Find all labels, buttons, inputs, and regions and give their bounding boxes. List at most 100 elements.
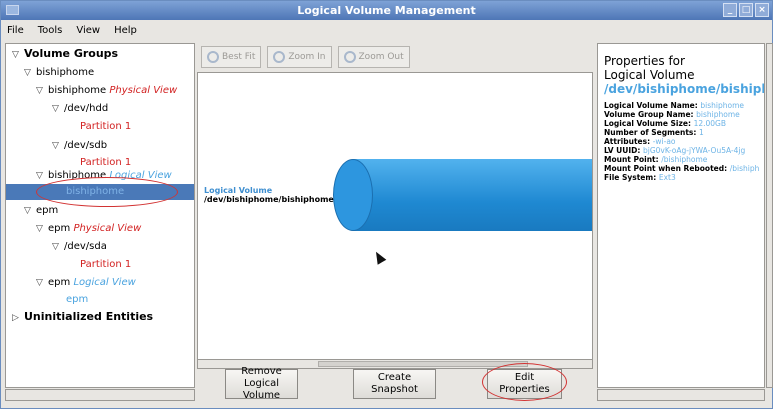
- property-row: LV UUID: bjG0vK-oAg-jYWA-Ou5A-4jg: [604, 146, 758, 155]
- tree-label: Uninitialized Entities: [24, 310, 154, 323]
- property-value: /bishiph: [729, 164, 760, 173]
- expander-open-icon[interactable]: ▽: [36, 221, 48, 237]
- menu-help[interactable]: Help: [114, 25, 137, 36]
- tree-item-partition-sda[interactable]: Partition 1: [80, 257, 131, 273]
- annotation-ellipse: [482, 363, 567, 401]
- expander-open-icon[interactable]: ▽: [36, 168, 48, 184]
- property-value: 12.00GB: [693, 119, 727, 128]
- physical-view-label: Physical View: [109, 85, 178, 96]
- magnifier-icon: [207, 51, 219, 63]
- lv-label-title: Logical Volume: [204, 186, 273, 195]
- properties-heading: Properties for: [604, 54, 685, 68]
- property-value: bjG0vK-oAg-jYWA-Ou5A-4jg: [642, 146, 746, 155]
- tree-item-dev-sda[interactable]: ▽/dev/sda: [52, 239, 107, 255]
- property-key: Attributes:: [604, 137, 653, 146]
- tree-item-dev-sdb[interactable]: ▽/dev/sdb: [52, 138, 107, 154]
- property-value: -wi-ao: [652, 137, 676, 146]
- tree-label: /dev/sdb: [64, 140, 108, 151]
- tree-item-vg-bishiphome[interactable]: ▽ bishiphome: [24, 65, 94, 81]
- minimize-icon[interactable]: _: [723, 3, 737, 17]
- expander-open-icon[interactable]: ▽: [52, 239, 64, 255]
- mouse-pointer-icon: [371, 249, 387, 265]
- property-row: Mount Point when Rebooted: /bishiph: [604, 164, 760, 173]
- properties-subheading: Logical Volume: [604, 68, 695, 82]
- tree-item-epm-logical-view[interactable]: ▽ epm Logical View: [36, 275, 136, 291]
- view-toolbar: Best Fit Zoom In Zoom Out: [197, 43, 593, 71]
- tree-item-dev-hdd[interactable]: ▽/dev/hdd: [52, 101, 108, 117]
- expander-open-icon[interactable]: ▽: [24, 203, 36, 219]
- logical-volume-cylinder[interactable]: [353, 159, 592, 231]
- property-key: Volume Group Name:: [604, 110, 697, 119]
- properties-vertical-scrollbar[interactable]: [766, 43, 773, 388]
- tree-item-uninitialized[interactable]: ▷ Uninitialized Entities: [12, 309, 153, 325]
- volume-canvas[interactable]: Logical Volume /dev/bishiphome/bishiphom…: [197, 72, 593, 360]
- expander-open-icon[interactable]: ▽: [52, 101, 64, 117]
- property-row: Logical Volume Size: 12.00GB: [604, 119, 758, 128]
- menu-tools[interactable]: Tools: [38, 25, 63, 36]
- annotation-ellipse: [36, 177, 178, 207]
- remove-logical-volume-button[interactable]: Remove Logical Volume: [225, 366, 298, 401]
- property-key: Logical Volume Size:: [604, 119, 694, 128]
- window-title: Logical Volume Management: [297, 4, 476, 17]
- property-value: /bishiphome: [661, 155, 708, 164]
- tree-label: Volume Groups: [24, 47, 119, 60]
- tree-item-lv-epm[interactable]: epm: [66, 292, 88, 308]
- best-fit-button[interactable]: Best Fit: [201, 46, 262, 68]
- scroll-thumb[interactable]: [318, 361, 528, 367]
- logical-volume-cylinder-end[interactable]: [333, 159, 373, 231]
- properties-horizontal-scrollbar[interactable]: [597, 389, 765, 401]
- zoom-out-icon: [343, 51, 356, 63]
- maximize-icon[interactable]: □: [739, 3, 753, 17]
- property-row: Attributes: -wi-ao: [604, 137, 758, 146]
- zoom-out-button[interactable]: Zoom Out: [337, 46, 410, 68]
- property-row: Number of Segments: 1: [604, 128, 758, 137]
- physical-view-label: Physical View: [73, 223, 142, 234]
- tree-horizontal-scrollbar[interactable]: [5, 389, 195, 401]
- zoom-out-label: Zoom Out: [358, 52, 404, 62]
- property-key: Number of Segments:: [604, 128, 699, 137]
- zoom-in-button[interactable]: Zoom In: [267, 46, 332, 68]
- property-row: Logical Volume Name: bishiphome: [604, 101, 758, 110]
- tree-label: bishiphome: [36, 67, 95, 78]
- property-row: Mount Point: /bishiphome: [604, 155, 758, 164]
- property-value: Ext3: [658, 173, 676, 182]
- property-key: Logical Volume Name:: [604, 101, 701, 110]
- logical-view-label: Logical View: [73, 277, 136, 288]
- properties-list: Logical Volume Name: bishiphome Volume Gr…: [604, 101, 760, 182]
- tree-label: /dev/hdd: [64, 103, 109, 114]
- expander-open-icon[interactable]: ▽: [36, 275, 48, 291]
- property-row: File System: Ext3: [604, 173, 758, 182]
- tree-label: epm: [36, 205, 59, 216]
- lvm-window: Logical Volume Management _ □ × File Too…: [0, 0, 773, 409]
- expander-open-icon[interactable]: ▽: [52, 138, 64, 154]
- tree-item-vg-epm[interactable]: ▽ epm: [24, 203, 58, 219]
- best-fit-label: Best Fit: [222, 52, 256, 62]
- menu-bar: File Tools View Help: [1, 20, 772, 40]
- property-row: Volume Group Name: bishiphome: [604, 110, 758, 119]
- title-bar: Logical Volume Management _ □ ×: [1, 1, 772, 20]
- expander-closed-icon[interactable]: ▷: [12, 310, 24, 326]
- close-icon[interactable]: ×: [755, 3, 769, 17]
- expander-open-icon[interactable]: ▽: [12, 47, 24, 63]
- menu-file[interactable]: File: [7, 25, 24, 36]
- tree-item-partition-hdd[interactable]: Partition 1: [80, 119, 131, 135]
- volume-tree[interactable]: ▽ Volume Groups ▽ bishiphome ▽ bishiphome P…: [5, 43, 195, 388]
- property-value: 1: [698, 128, 704, 137]
- window-controls: _ □ ×: [723, 3, 769, 17]
- zoom-in-label: Zoom In: [288, 52, 326, 62]
- tree-label: epm: [48, 223, 71, 234]
- property-key: Mount Point:: [604, 155, 662, 164]
- tree-item-epm-physical-view[interactable]: ▽ epm Physical View: [36, 221, 141, 237]
- properties-path: /dev/bishiphome/bishiph: [604, 82, 765, 96]
- expander-open-icon[interactable]: ▽: [36, 83, 48, 99]
- menu-view[interactable]: View: [76, 25, 100, 36]
- window-menu-icon[interactable]: [6, 5, 19, 15]
- property-key: LV UUID:: [604, 146, 643, 155]
- tree-item-bishiphome-physical-view[interactable]: ▽ bishiphome Physical View: [36, 83, 177, 99]
- property-value: bishiphome: [696, 110, 740, 119]
- properties-panel: Properties for Logical Volume /dev/bishi…: [597, 43, 765, 388]
- tree-item-volume-groups[interactable]: ▽ Volume Groups: [12, 46, 118, 62]
- create-snapshot-button[interactable]: Create Snapshot: [353, 369, 436, 399]
- expander-open-icon[interactable]: ▽: [24, 65, 36, 81]
- lv-canvas-label: Logical Volume /dev/bishiphome/bishiphom…: [204, 186, 334, 204]
